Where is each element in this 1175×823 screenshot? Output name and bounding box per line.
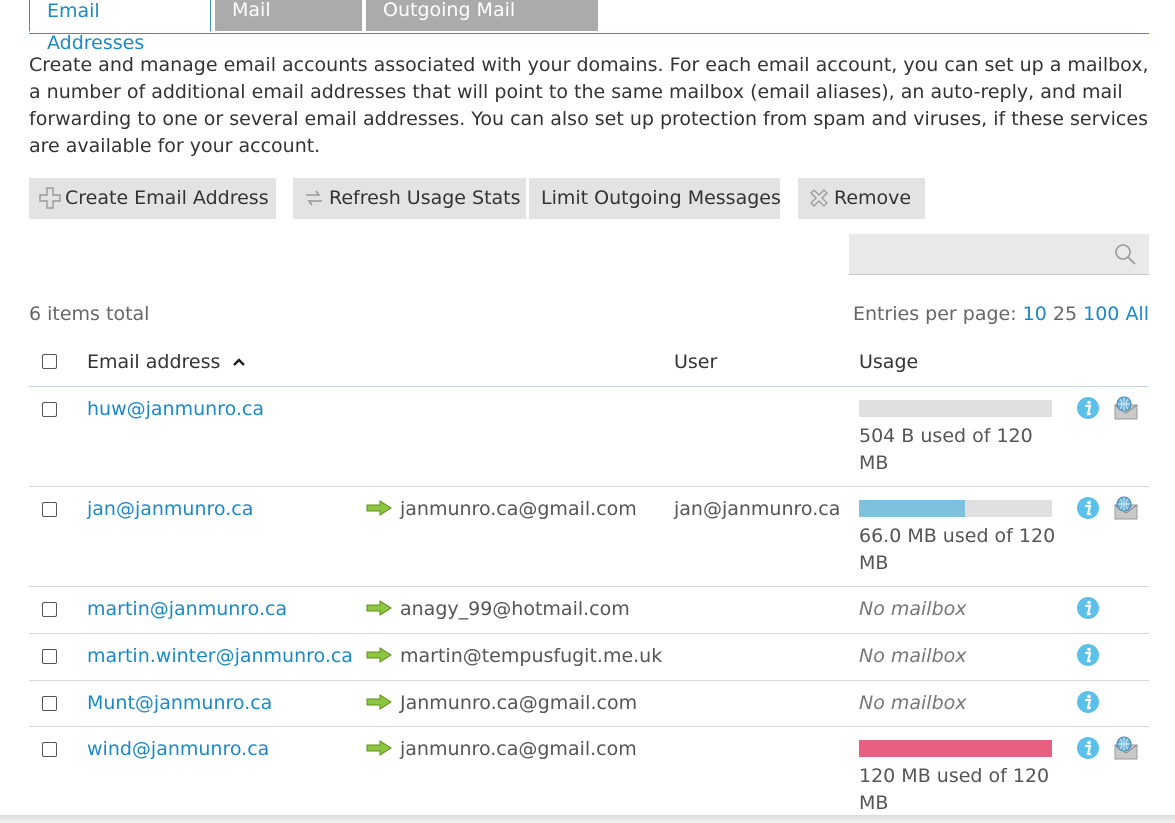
forwarding-address: anagy_99@hotmail.com <box>366 598 630 620</box>
column-usage: Usage <box>859 351 919 373</box>
search-box <box>849 234 1149 276</box>
usage-bar <box>859 740 1052 757</box>
limit-outgoing-messages-label: Limit Outgoing Messages <box>541 187 781 209</box>
forwarding-address: martin@tempusfugit.me.uk <box>366 645 662 667</box>
row-checkbox[interactable] <box>42 649 57 664</box>
page-description: Create and manage email accounts associa… <box>29 54 1149 157</box>
row-checkbox[interactable] <box>42 696 57 711</box>
usage-text: 66.0 MB used of 120 MB <box>859 525 1056 574</box>
refresh-usage-stats-label: Refresh Usage Stats <box>329 187 521 209</box>
column-email-address-label: Email address <box>87 351 221 373</box>
entries-per-page: Entries per page: 10 25 100 All <box>853 303 1149 325</box>
entries-option-100[interactable]: 100 <box>1083 303 1119 325</box>
select-all-checkbox[interactable] <box>42 354 57 369</box>
column-user: User <box>674 351 718 373</box>
usage-bar-fill <box>859 500 966 517</box>
forwarding-address: janmunro.ca@gmail.com <box>366 498 637 520</box>
entries-option-all[interactable]: All <box>1125 303 1149 325</box>
table-header: Email address User Usage <box>29 338 1149 387</box>
info-icon[interactable] <box>1076 596 1100 620</box>
webmail-icon[interactable] <box>1113 496 1139 520</box>
refresh-usage-stats-button[interactable]: Refresh Usage Stats <box>293 178 526 219</box>
forwarding-address-text: janmunro.ca@gmail.com <box>400 738 637 760</box>
usage-text: 504 B used of 120 MB <box>859 425 1033 474</box>
info-icon[interactable] <box>1076 690 1100 714</box>
refresh-icon <box>303 178 329 219</box>
tab-outgoing-mail-control[interactable]: Outgoing Mail Control <box>366 0 598 53</box>
items-total: 6 items total <box>29 303 150 325</box>
info-icon[interactable] <box>1076 736 1100 760</box>
info-icon[interactable] <box>1076 643 1100 667</box>
entries-option-10[interactable]: 10 <box>1023 303 1047 325</box>
forward-arrow-icon <box>366 647 392 663</box>
info-icon[interactable] <box>1076 496 1100 520</box>
no-mailbox-label: No mailbox <box>859 598 967 620</box>
remove-button[interactable]: Remove <box>798 178 925 219</box>
column-email-address[interactable]: Email address <box>87 351 246 373</box>
forward-arrow-icon <box>366 500 392 516</box>
remove-label: Remove <box>834 187 912 209</box>
webmail-icon[interactable] <box>1113 396 1139 420</box>
tab-email-addresses[interactable]: Email Addresses <box>29 0 211 54</box>
email-address-link[interactable]: martin@janmunro.ca <box>87 598 287 620</box>
row-checkbox[interactable] <box>42 402 57 417</box>
remove-icon <box>808 178 834 219</box>
table-row: wind@janmunro.ca janmunro.ca@gmail.com 120… <box>29 726 1149 814</box>
table-row: huw@janmunro.ca 504 B used of 120 MB <box>29 386 1149 487</box>
email-address-link[interactable]: huw@janmunro.ca <box>87 398 264 420</box>
table-row: jan@janmunro.ca janmunro.ca@gmail.com jan@… <box>29 486 1149 587</box>
forward-arrow-icon <box>366 600 392 616</box>
tab-mail-settings[interactable]: Mail Settings <box>215 0 362 53</box>
forward-arrow-icon <box>366 694 392 710</box>
usage-bar <box>859 400 1052 417</box>
no-mailbox-label: No mailbox <box>859 692 967 714</box>
email-address-link[interactable]: jan@janmunro.ca <box>87 498 253 520</box>
create-email-address-label: Create Email Address <box>65 187 269 209</box>
usage-bar-fill <box>859 740 1052 757</box>
limit-outgoing-messages-button[interactable]: Limit Outgoing Messages <box>529 178 781 219</box>
row-checkbox[interactable] <box>42 602 57 617</box>
entries-option-25: 25 <box>1052 303 1078 325</box>
search-icon[interactable] <box>1113 242 1137 266</box>
forwarding-address-text: martin@tempusfugit.me.uk <box>400 645 663 667</box>
user-name: jan@janmunro.ca <box>674 498 841 520</box>
sort-ascending-icon <box>233 358 246 366</box>
page-bottom-edge <box>0 815 1175 823</box>
forwarding-address: Janmunro.ca@gmail.com <box>366 692 637 714</box>
create-email-address-button[interactable]: Create Email Address <box>29 178 276 219</box>
no-mailbox-label: No mailbox <box>859 645 967 667</box>
forwarding-address: janmunro.ca@gmail.com <box>366 738 637 760</box>
forward-arrow-icon <box>366 740 392 756</box>
table-row: martin.winter@janmunro.ca martin@tempusfu… <box>29 633 1149 681</box>
entries-per-page-label: Entries per page: <box>852 303 1017 325</box>
table-row: martin@janmunro.ca anagy_99@hotmail.com No… <box>29 586 1149 634</box>
plus-icon <box>39 178 65 219</box>
email-address-link[interactable]: martin.winter@janmunro.ca <box>87 645 353 667</box>
row-checkbox[interactable] <box>42 502 57 517</box>
email-address-link[interactable]: Munt@janmunro.ca <box>87 692 272 714</box>
forwarding-address-text: janmunro.ca@gmail.com <box>400 498 637 520</box>
info-icon[interactable] <box>1076 396 1100 420</box>
row-checkbox[interactable] <box>42 742 57 757</box>
webmail-icon[interactable] <box>1113 736 1139 760</box>
table-row: Munt@janmunro.ca Janmunro.ca@gmail.com No … <box>29 680 1149 727</box>
email-address-link[interactable]: wind@janmunro.ca <box>87 738 269 760</box>
tab-bar: Email Addresses Mail Settings Outgoing M… <box>29 0 1149 54</box>
forwarding-address-text: Janmunro.ca@gmail.com <box>400 692 638 714</box>
usage-bar <box>859 500 1052 517</box>
forwarding-address-text: anagy_99@hotmail.com <box>400 598 630 620</box>
search-input[interactable] <box>849 234 1116 276</box>
usage-text: 120 MB used of 120 MB <box>859 765 1050 814</box>
